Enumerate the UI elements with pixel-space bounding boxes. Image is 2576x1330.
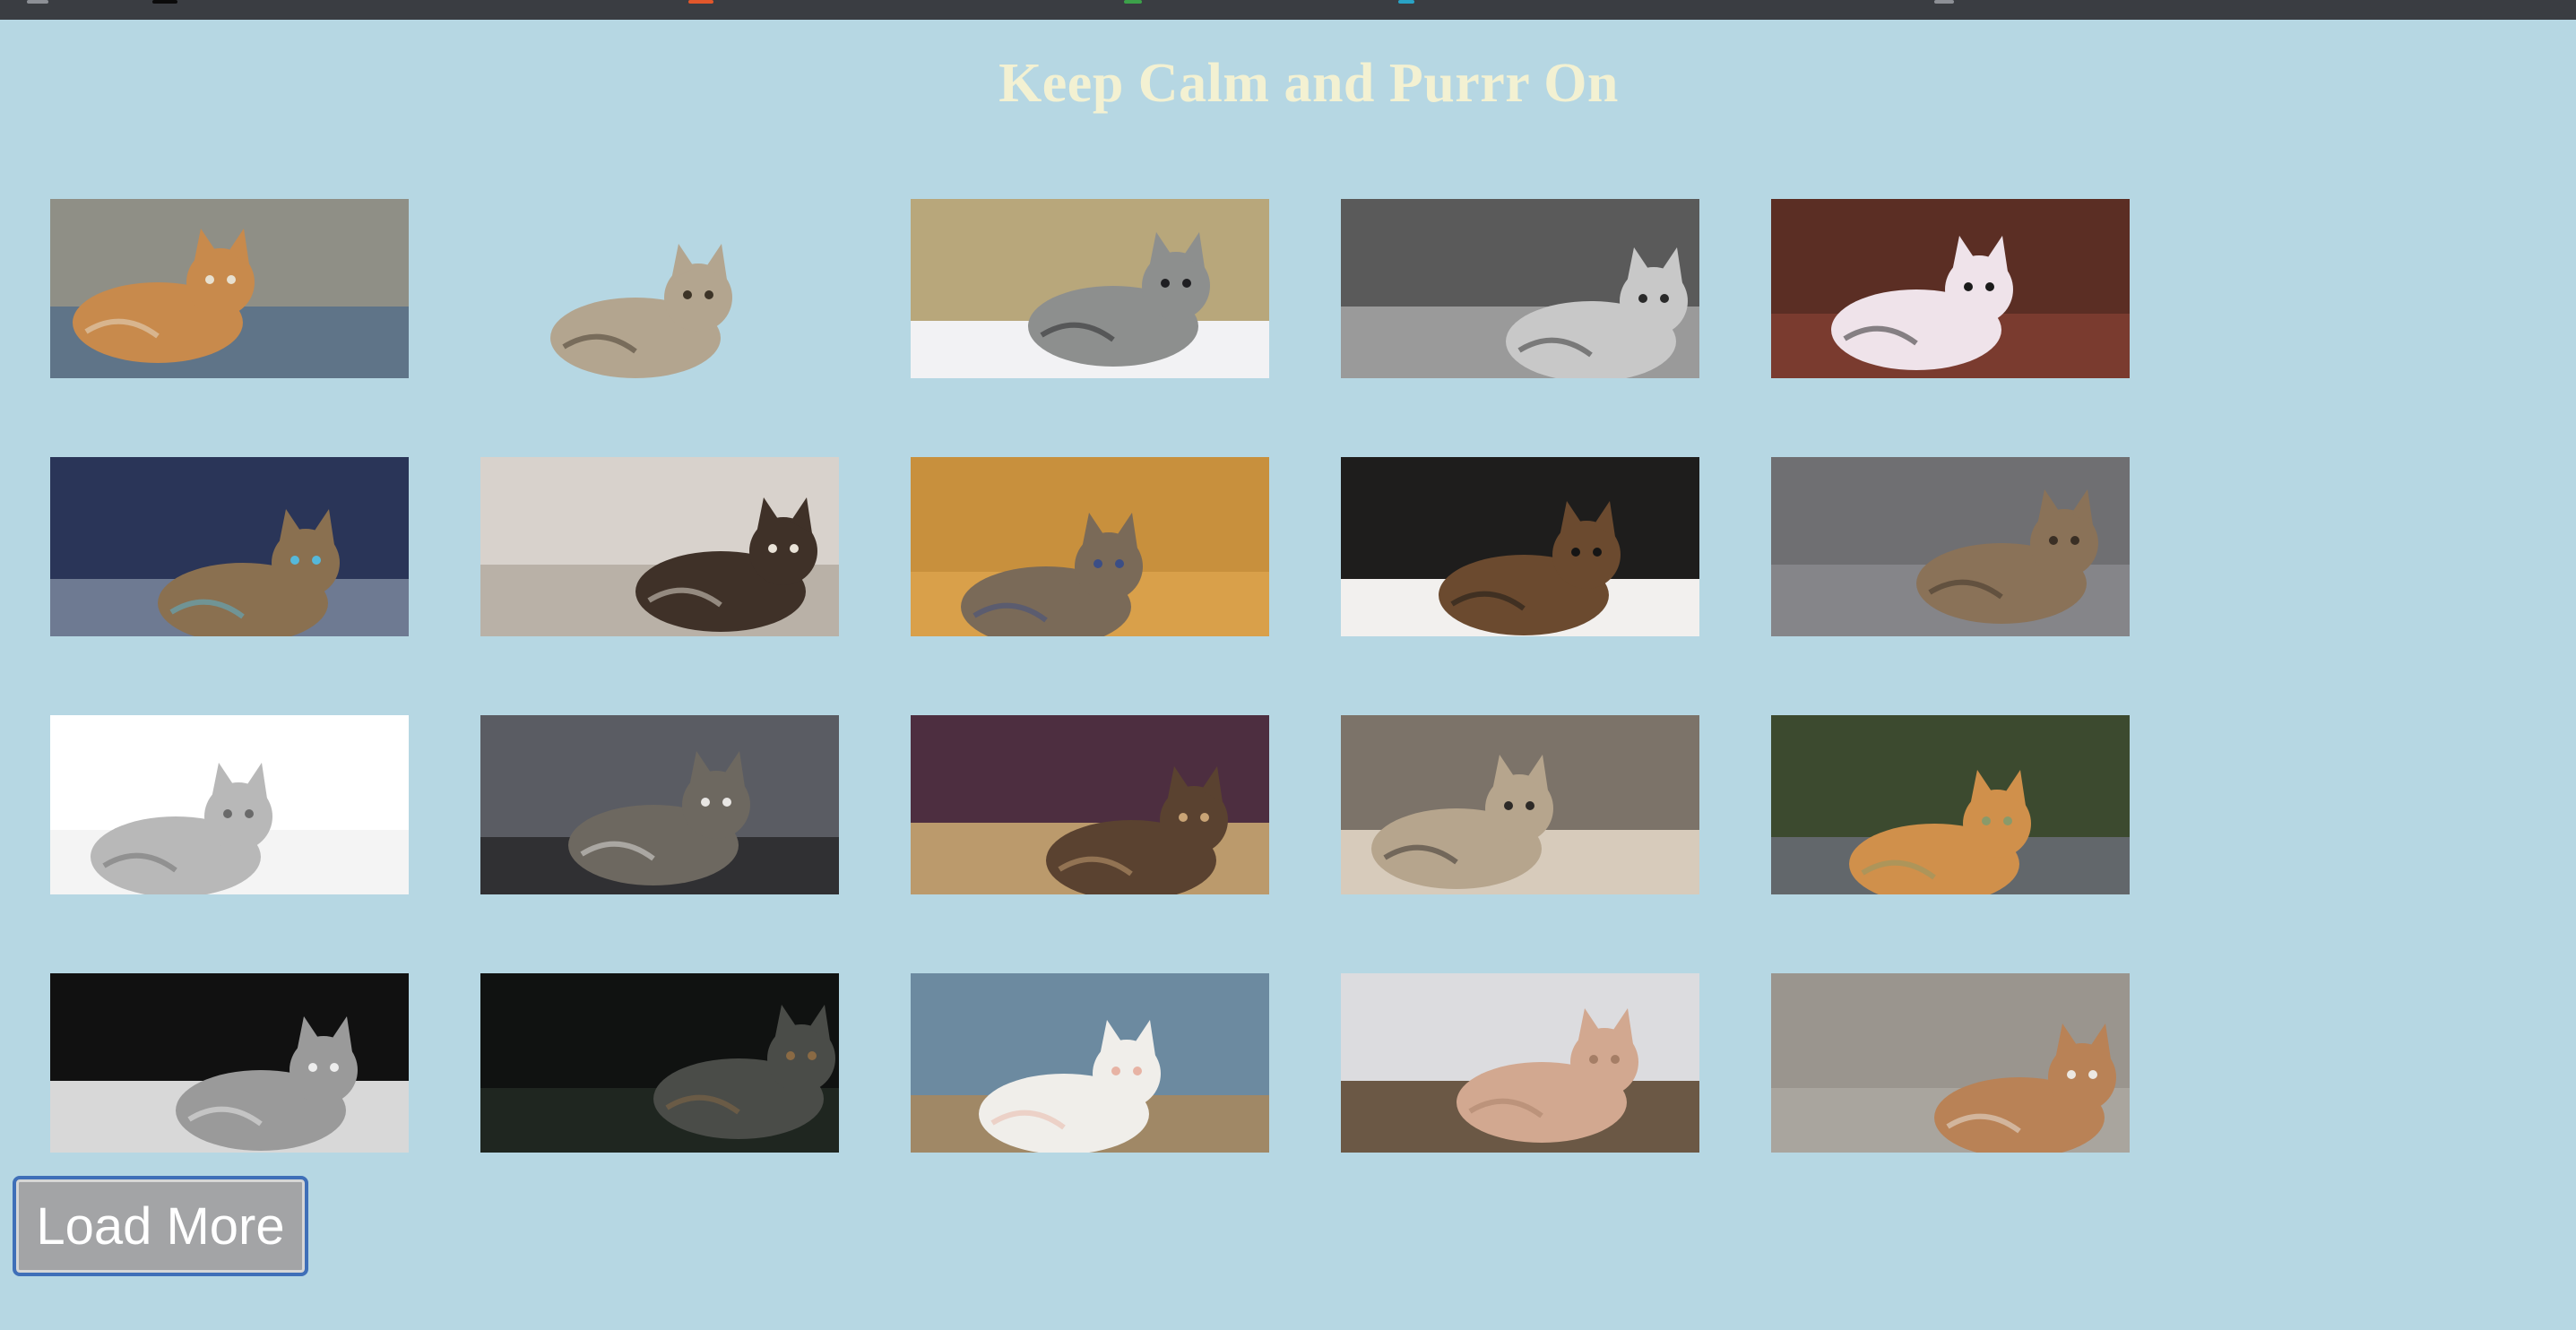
cat-photo-british-shorthair[interactable] — [50, 715, 409, 894]
browser-top-bar — [0, 0, 2576, 20]
toolbar-icon — [1124, 0, 1142, 4]
load-more-button[interactable]: Load More — [13, 1176, 308, 1276]
cat-photo-fluffy-kitten-bowl[interactable] — [50, 457, 409, 636]
cat-photo-tabby-closeup[interactable] — [1771, 457, 2130, 636]
toolbar-icon — [152, 0, 177, 4]
cat-photo-calico-green-eyes[interactable] — [480, 457, 839, 636]
cat-photo-tortoiseshell-box[interactable] — [911, 715, 1269, 894]
cat-photo-tuxedo-lying[interactable] — [1341, 457, 1699, 636]
cat-photo-bw-cat-belly-up[interactable] — [1341, 199, 1699, 378]
toolbar-icon — [1398, 0, 1414, 4]
cat-photo-paws-on-wood[interactable] — [1341, 973, 1699, 1153]
cat-photo-tabby-kitten-lying[interactable] — [480, 199, 839, 378]
cat-photo-ginger-longhair-outdoors[interactable] — [1771, 715, 2130, 894]
cat-photo-tabby-on-jeans[interactable] — [911, 457, 1269, 636]
cat-photo-dark-tabby-glass[interactable] — [480, 973, 839, 1153]
cat-photo-grey-cat-hairbrush[interactable] — [911, 199, 1269, 378]
cat-photo-ginger-kitten-hallway[interactable] — [50, 199, 409, 378]
page-title: Keep Calm and Purrr On — [998, 53, 1619, 114]
cat-photo-white-kitten-rug[interactable] — [911, 973, 1269, 1153]
cat-photo-paper-bag-hideout[interactable] — [1341, 715, 1699, 894]
toolbar-icon — [27, 0, 48, 4]
toolbar-icon — [1934, 0, 1954, 4]
cat-photo-tabby-white-lounging[interactable] — [480, 715, 839, 894]
cat-photo-cat-window-bw[interactable] — [50, 973, 409, 1153]
cat-photo-calico-stretching[interactable] — [1771, 199, 2130, 378]
toolbar-icon — [688, 0, 713, 4]
cat-photo-gallery — [50, 199, 2130, 1153]
cat-photo-ginger-white-walking[interactable] — [1771, 973, 2130, 1153]
